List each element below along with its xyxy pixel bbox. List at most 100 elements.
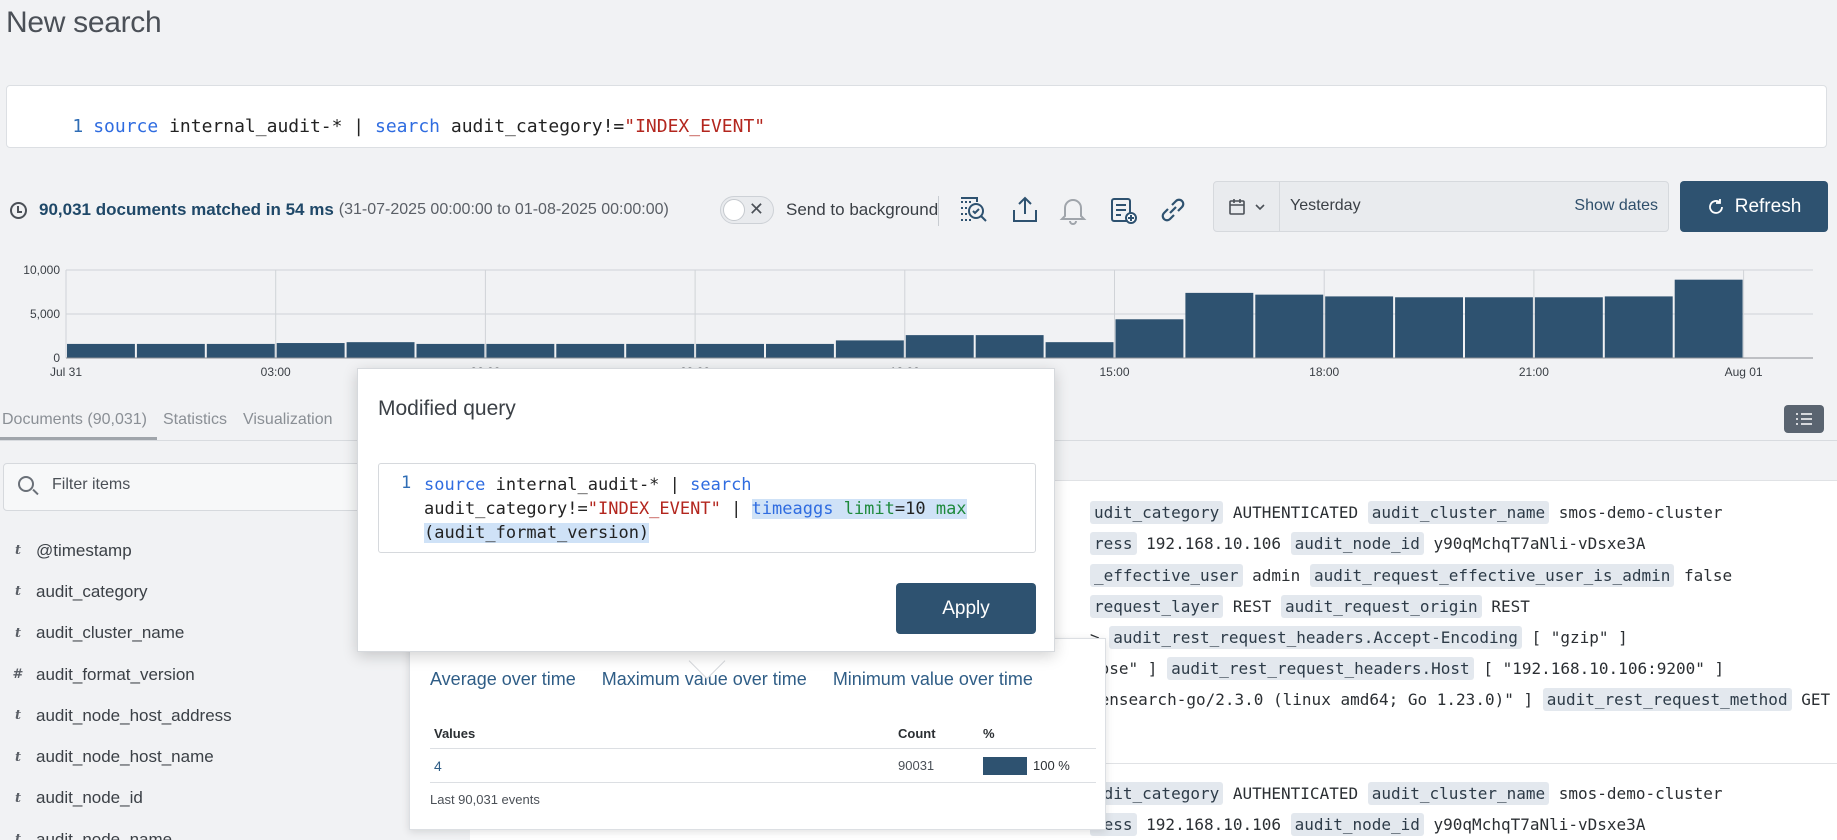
code-token: internal_audit-* | <box>485 475 691 495</box>
chevron-down-icon <box>1254 203 1265 210</box>
histogram-bar <box>1395 297 1463 358</box>
inspect-search-icon[interactable] <box>955 193 991 227</box>
send-to-background-label: Send to background <box>786 200 939 219</box>
field-name: audit_node_host_address <box>36 705 232 725</box>
doc-value: GET <box>1791 690 1831 709</box>
link-icon[interactable] <box>1155 193 1191 227</box>
average-over-time-link[interactable]: Average over time <box>430 669 576 690</box>
query-editor[interactable]: 1 source internal_audit-* | search audit_… <box>6 85 1827 148</box>
tab-visualization[interactable]: Visualization <box>241 408 343 440</box>
histogram-bar <box>346 342 415 358</box>
field-name: audit_node_name <box>36 829 173 840</box>
toolbar-divider <box>938 196 939 226</box>
histogram-bar <box>136 343 205 358</box>
send-to-background-toggle[interactable]: ✕ <box>720 196 774 224</box>
query-token-source: source <box>93 116 159 137</box>
doc-key[interactable]: udit_category <box>1090 782 1224 805</box>
doc-key[interactable]: audit_node_id <box>1290 532 1424 555</box>
doc-key[interactable]: audit_cluster_name <box>1367 501 1550 524</box>
field-item[interactable]: t audit_node_name <box>0 819 420 840</box>
bell-icon[interactable] <box>1055 193 1091 227</box>
apply-button[interactable]: Apply <box>896 583 1036 634</box>
filter-items-input[interactable] <box>52 476 372 494</box>
list-view-button[interactable] <box>1784 405 1824 433</box>
x-tick-label: 21:00 <box>1519 365 1549 379</box>
code-token-highlighted: timeaggs <box>751 499 834 519</box>
values-header: Values <box>434 726 476 741</box>
search-icon <box>18 476 34 492</box>
histogram-bar <box>67 343 135 358</box>
value-cell[interactable]: 4 <box>430 758 898 774</box>
doc-value: AUTHENTICATED <box>1223 503 1368 522</box>
field-type-icon: t <box>14 584 21 600</box>
page-title: New search <box>6 6 162 39</box>
x-tick-label: 03:00 <box>261 365 291 379</box>
tab-statistics[interactable]: Statistics <box>161 408 237 440</box>
doc-key[interactable]: audit_rest_request_headers.Accept-Encodi… <box>1109 626 1522 649</box>
last-events-label: Last 90,031 events <box>430 792 540 807</box>
field-name: audit_cluster_name <box>36 623 185 643</box>
doc-value: pensearch-go/2.3.0 (linux amd64; Go 1.23… <box>1090 690 1543 709</box>
count-header: Count <box>898 726 936 741</box>
field-item[interactable]: t audit_node_host_address <box>0 695 420 736</box>
export-icon[interactable] <box>1007 193 1043 227</box>
field-name: audit_format_version <box>36 664 195 684</box>
minimum-over-time-link[interactable]: Minimum value over time <box>833 669 1033 690</box>
doc-key[interactable]: audit_request_effective_user_is_admin <box>1309 564 1675 587</box>
document-line: ress 192.168.10.106 audit_node_id y90qMc… <box>1090 813 1646 836</box>
histogram-bar <box>1045 342 1114 358</box>
histogram-bar <box>626 343 695 358</box>
code-token: search <box>690 475 752 495</box>
doc-key[interactable]: audit_rest_request_method <box>1542 688 1792 711</box>
doc-value: [ "gzip" ] <box>1521 628 1628 647</box>
doc-key[interactable]: audit_node_id <box>1290 813 1424 836</box>
show-dates-link[interactable]: Show dates <box>1574 197 1658 215</box>
doc-key[interactable]: ress <box>1090 532 1137 555</box>
field-item[interactable]: t audit_node_id <box>0 778 420 819</box>
document-line: > audit_rest_request_headers.Accept-Enco… <box>1090 626 1628 649</box>
query-token-string: "INDEX_EVENT" <box>624 116 766 137</box>
field-name: audit_node_host_name <box>36 747 214 767</box>
tab-documents[interactable]: Documents (90,031) <box>0 408 157 440</box>
modified-query-editor[interactable]: 1 source internal_audit-* | search audit… <box>378 463 1036 553</box>
doc-key[interactable]: audit_rest_request_headers.Host <box>1167 657 1474 680</box>
event-histogram: 10,0005,0000Jul 3103:0006:0009:0012:0015… <box>23 263 1813 379</box>
field-type-icon: t <box>14 543 21 559</box>
doc-value: 192.168.10.106 <box>1136 815 1291 834</box>
values-table-header: Values Count % <box>430 719 1096 749</box>
histogram-bar <box>1185 292 1254 358</box>
doc-key[interactable]: audit_cluster_name <box>1367 782 1550 805</box>
date-range-value[interactable]: Yesterday <box>1290 197 1361 215</box>
calendar-icon <box>1228 198 1245 215</box>
histogram-bar <box>556 343 625 358</box>
doc-key[interactable]: audit_request_origin <box>1281 595 1482 618</box>
line-number: 1 <box>401 473 412 493</box>
histogram-bar <box>1465 297 1533 358</box>
field-name: audit_node_id <box>36 788 143 808</box>
histogram-bar <box>975 335 1044 358</box>
doc-value: y90qMchqT7aNli-vDsxe3A <box>1423 815 1646 834</box>
date-range-control: Yesterday Show dates <box>1213 181 1669 232</box>
field-item[interactable]: t audit_node_host_name <box>0 736 420 777</box>
doc-value: REST <box>1481 597 1530 616</box>
doc-value: false <box>1674 566 1733 585</box>
doc-key[interactable]: udit_category <box>1090 501 1224 524</box>
doc-key[interactable]: _effective_user <box>1090 564 1243 587</box>
field-type-icon: t <box>14 708 21 724</box>
field-item[interactable]: # audit_format_version <box>0 654 420 695</box>
y-tick-label: 0 <box>53 351 60 365</box>
refresh-button[interactable]: Refresh <box>1680 181 1828 232</box>
doc-key[interactable]: request_layer <box>1090 595 1224 618</box>
histogram-bar <box>766 343 834 358</box>
date-picker-button[interactable] <box>1214 182 1280 231</box>
document-line: _effective_user admin audit_request_effe… <box>1090 564 1733 587</box>
percent-bar <box>983 756 1027 775</box>
histogram-bar <box>1255 294 1324 358</box>
histogram-bar <box>1115 319 1184 358</box>
field-stats-popover: Average over time Maximum value over tim… <box>409 638 1106 830</box>
field-type-icon: t <box>14 749 21 765</box>
doc-value: AUTHENTICATED <box>1223 784 1368 803</box>
refresh-icon <box>1708 198 1723 214</box>
add-to-dashboard-icon[interactable] <box>1105 193 1141 227</box>
code-token: "INDEX_EVENT" <box>587 499 721 519</box>
